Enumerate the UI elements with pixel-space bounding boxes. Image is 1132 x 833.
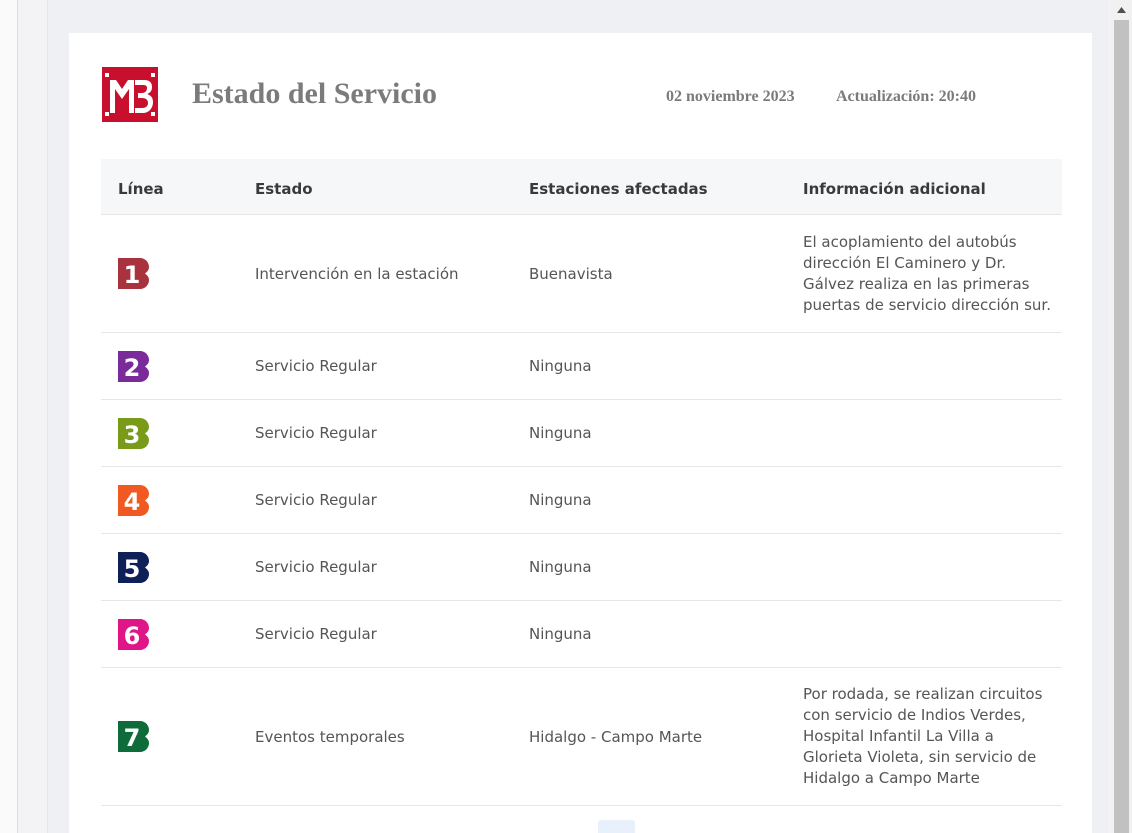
line-badge-cell: 7 (118, 668, 149, 805)
column-header-stations: Estaciones afectadas (529, 180, 708, 198)
status-cell: Intervención en la estación (255, 264, 459, 283)
stations-cell: Ninguna (529, 424, 592, 442)
status-cell: Servicio Regular (255, 491, 377, 509)
metrobus-logo (102, 67, 158, 122)
line-number-label: 7 (124, 724, 141, 752)
page-title: Estado del Servicio (192, 77, 437, 110)
status-cell: Servicio Regular (255, 558, 377, 576)
table-row: 1 Intervención en la estación Buenavista… (101, 215, 1062, 333)
line-badge-cell: 4 (118, 467, 149, 533)
status-cell: Eventos temporales (255, 727, 405, 746)
stations-cell: Ninguna (529, 491, 592, 509)
status-cell: Servicio Regular (255, 357, 377, 375)
service-status-card: Estado del Servicio 02 noviembre 2023 Ac… (69, 33, 1092, 833)
stations-cell: Ninguna (529, 558, 592, 576)
line-5-badge-icon: 5 (118, 551, 149, 583)
info-cell (803, 400, 1053, 466)
table-row: 6 Servicio Regular Ninguna (101, 601, 1062, 668)
info-cell: Por rodada, se realizan circuitos con se… (803, 685, 1043, 787)
status-table: Línea Estado Estaciones afectadas Inform… (101, 159, 1062, 806)
scrollbar-thumb[interactable] (1114, 20, 1129, 833)
column-header-status: Estado (255, 180, 313, 198)
status-cell: Servicio Regular (255, 424, 377, 442)
stations-cell: Ninguna (529, 625, 592, 643)
line-badge-cell: 6 (118, 601, 149, 667)
left-page-edge (0, 0, 18, 833)
line-4-badge-icon: 4 (118, 484, 149, 516)
table-row: 2 Servicio Regular Ninguna (101, 333, 1062, 400)
table-row: 5 Servicio Regular Ninguna (101, 534, 1062, 601)
line-badge-cell: 1 (118, 215, 149, 332)
line-badge-cell: 3 (118, 400, 149, 466)
stations-cell: Ninguna (529, 357, 592, 375)
stations-cell: Buenavista (529, 264, 613, 283)
update-time: Actualización: 20:40 (836, 88, 976, 105)
line-number-label: 4 (124, 488, 141, 516)
page-background: Estado del Servicio 02 noviembre 2023 Ac… (47, 0, 1109, 833)
scroll-up-arrow-icon[interactable] (1111, 3, 1132, 17)
line-number-label: 2 (124, 354, 141, 382)
line-2-badge-icon: 2 (118, 350, 149, 382)
line-number-label: 5 (124, 555, 141, 583)
column-header-info: Información adicional (803, 180, 986, 198)
line-7-badge-icon: 7 (118, 721, 149, 752)
line-3-badge-icon: 3 (118, 417, 149, 449)
info-cell (803, 601, 1053, 667)
table-row: 4 Servicio Regular Ninguna (101, 467, 1062, 534)
line-1-badge-icon: 1 (118, 258, 149, 289)
pagination-button[interactable] (598, 820, 635, 833)
info-cell (803, 534, 1053, 600)
table-header: Línea Estado Estaciones afectadas Inform… (101, 159, 1062, 215)
line-number-label: 1 (124, 261, 141, 289)
table-row: 7 Eventos temporales Hidalgo - Campo Mar… (101, 668, 1062, 806)
line-number-label: 3 (124, 421, 141, 449)
status-cell: Servicio Regular (255, 625, 377, 643)
vertical-scrollbar[interactable] (1111, 0, 1132, 833)
stations-cell: Hidalgo - Campo Marte (529, 727, 703, 746)
info-cell (803, 333, 1053, 399)
info-cell: El acoplamiento del autobús dirección El… (803, 232, 1051, 314)
column-header-line: Línea (118, 180, 164, 198)
info-cell (803, 467, 1053, 533)
header: Estado del Servicio 02 noviembre 2023 Ac… (69, 33, 1092, 159)
line-number-label: 6 (124, 622, 141, 650)
status-date: 02 noviembre 2023 (666, 88, 795, 105)
line-badge-cell: 2 (118, 333, 149, 399)
line-6-badge-icon: 6 (118, 618, 149, 650)
line-badge-cell: 5 (118, 534, 149, 600)
table-row: 3 Servicio Regular Ninguna (101, 400, 1062, 467)
